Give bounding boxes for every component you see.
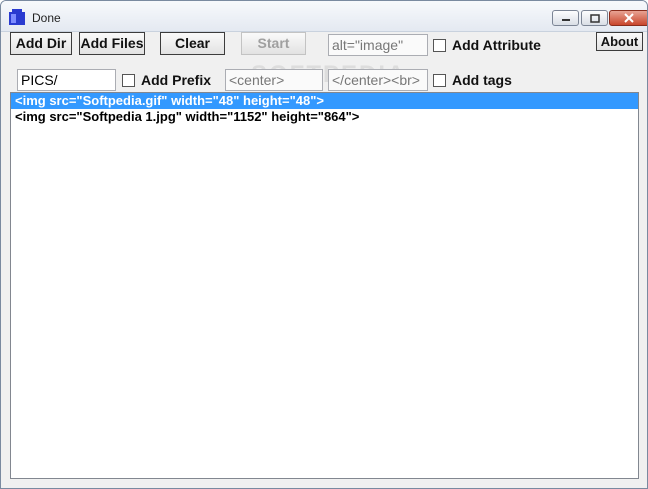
add-files-button[interactable]: Add Files <box>79 32 145 55</box>
app-icon <box>9 9 25 25</box>
about-button[interactable]: About <box>596 32 643 51</box>
window-title: Done <box>32 11 61 25</box>
maximize-icon <box>589 13 600 23</box>
clear-button[interactable]: Clear <box>160 32 225 55</box>
add-tags-label: Add tags <box>452 72 512 88</box>
add-prefix-checkbox[interactable] <box>122 74 135 87</box>
list-item[interactable]: <img src="Softpedia 1.jpg" width="1152" … <box>11 109 638 125</box>
title-bar[interactable]: Done <box>1 1 647 32</box>
add-tags-checkbox[interactable] <box>433 74 446 87</box>
list-item[interactable]: <img src="Softpedia.gif" width="48" heig… <box>11 93 638 109</box>
prefix-input[interactable] <box>17 69 116 91</box>
app-window: Done SOFTPEDIA Add Dir Add Files Clear S… <box>0 0 648 489</box>
close-icon <box>624 13 634 23</box>
minimize-button[interactable] <box>552 10 579 26</box>
alt-attribute-input[interactable] <box>328 34 428 56</box>
add-attribute-label: Add Attribute <box>452 37 541 53</box>
output-listbox[interactable]: <img src="Softpedia.gif" width="48" heig… <box>10 92 639 479</box>
open-tag-input[interactable] <box>225 69 323 91</box>
close-tag-input[interactable] <box>328 69 428 91</box>
add-dir-button[interactable]: Add Dir <box>10 32 72 55</box>
minimize-icon <box>561 19 570 21</box>
close-button[interactable] <box>609 10 647 26</box>
add-attribute-checkbox[interactable] <box>433 39 446 52</box>
add-prefix-label: Add Prefix <box>141 72 212 88</box>
start-button[interactable]: Start <box>241 32 306 55</box>
maximize-button[interactable] <box>581 10 608 26</box>
